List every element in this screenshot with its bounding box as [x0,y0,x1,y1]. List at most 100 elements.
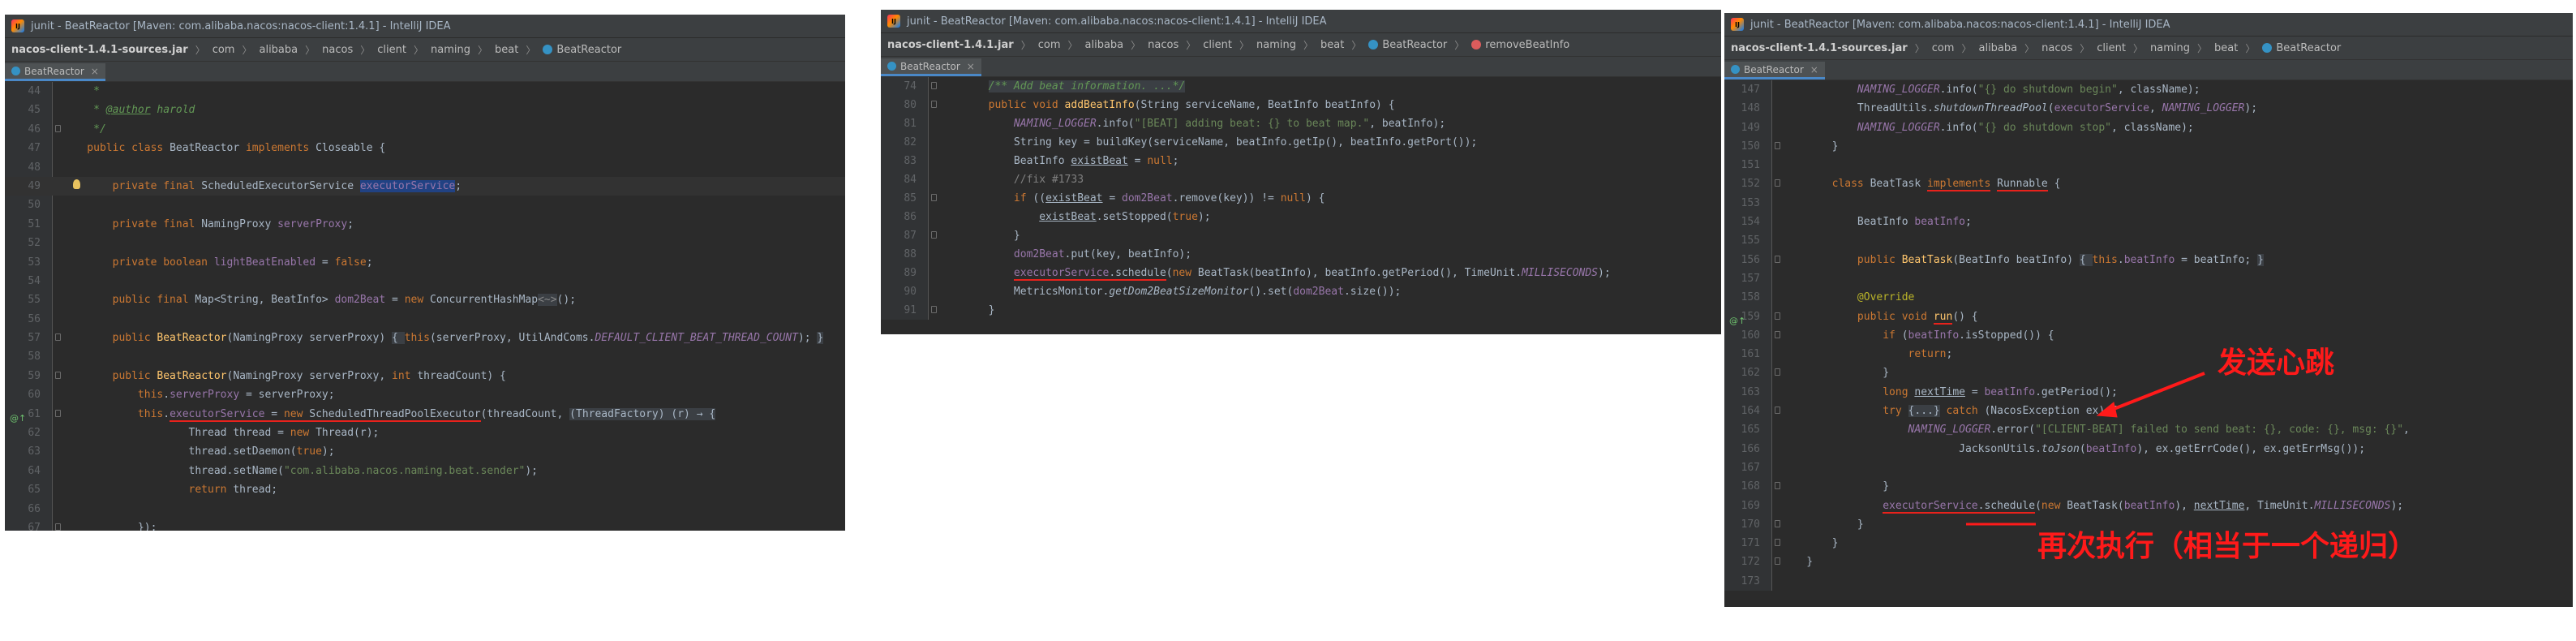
code-line: 157 [1741,272,1760,285]
class-icon [2262,43,2273,53]
code-line: 166 JacksonUtils.toJson(beatInfo), ex.ge… [1741,442,2366,455]
breadcrumb-method[interactable]: removeBeatInfo [1485,39,1569,51]
tab-label: BeatReactor [24,65,84,77]
code-line: 87 } [904,230,1020,242]
breadcrumb-com[interactable]: com [1932,42,1955,54]
intellij-icon: IJ [887,15,900,28]
code-line: 82 String key = buildKey(serviceName, be… [904,136,1478,148]
breadcrumb-nacos[interactable]: nacos [2041,42,2072,54]
tab-label: BeatReactor [900,60,960,72]
window-title: junit - BeatReactor [Maven: com.alibaba.… [1750,18,2170,31]
editor-tabs: BeatReactor × [1724,60,2573,80]
breadcrumb-client[interactable]: client [377,44,406,56]
code-line: 150 } [1741,140,1839,153]
code-line: 55 public final Map<String, BeatInfo> do… [28,294,577,307]
breadcrumb-client[interactable]: client [1203,39,1232,51]
code-line: 56 [28,312,41,325]
breadcrumb-beat[interactable]: beat [1320,39,1344,51]
code-line: 165 NAMING_LOGGER.error("[CLIENT-BEAT] f… [1741,424,2410,437]
breadcrumb-class[interactable]: BeatReactor [556,44,621,56]
code-line: 80 public void addBeatInfo(String servic… [904,99,1395,111]
code-line: 65 return thread; [28,484,278,497]
code-line: 47 public class BeatReactor implements C… [28,142,386,155]
code-line: 54 [28,274,41,287]
code-line: 44 * [28,85,100,97]
code-line: 53 private boolean lightBeatEnabled = fa… [28,256,373,269]
breadcrumb-com[interactable]: com [213,44,235,56]
breadcrumb-class[interactable]: BeatReactor [1382,39,1447,51]
breadcrumb-alibaba[interactable]: alibaba [1085,39,1124,51]
window-title: junit - BeatReactor [Maven: com.alibaba.… [907,15,1327,28]
close-icon[interactable]: × [91,66,99,77]
tab-beatreactor[interactable]: BeatReactor × [5,63,105,81]
editor-tabs: BeatReactor × [881,57,1721,77]
ide-window-3: IJ junit - BeatReactor [Maven: com.aliba… [1724,13,2573,607]
code-line: @↑ 61 this.executorService = new Schedule… [5,405,845,424]
code-line: 46 */ [28,123,106,136]
code-line: 149 NAMING_LOGGER.info("{} do shutdown s… [1741,121,2194,134]
breadcrumb-beat[interactable]: beat [2214,42,2238,54]
breadcrumb-naming[interactable]: naming [431,44,470,56]
code-line: 86 existBeat.setStopped(true); [904,211,1211,223]
title-bar: IJ junit - BeatReactor [Maven: com.aliba… [881,10,1721,33]
breadcrumb: nacos-client-1.4.1-sources.jar 〉 com 〉 ali… [1724,37,2573,60]
close-icon[interactable]: × [1810,64,1818,75]
code-line: 45 * @author harold [28,104,195,117]
breadcrumb-naming[interactable]: naming [2150,42,2190,54]
code-line: 155 [1741,234,1760,247]
code-line: 64 thread.setName("com.alibaba.nacos.nam… [28,464,539,477]
breadcrumb-jar[interactable]: nacos-client-1.4.1-sources.jar [1731,42,1908,54]
code-line: 160 if (beatInfo.isStopped()) { [1741,329,2054,342]
code-line: 50 [28,199,41,212]
code-line: 60 this.serverProxy = serverProxy; [28,389,335,402]
code-editor[interactable]: 147 NAMING_LOGGER.info("{} do shutdown b… [1724,80,2573,592]
code-editor[interactable]: 74 /** Add beat information. ...*/ 80 pu… [881,77,1721,320]
code-line: 84 //fix #1733 [904,174,1084,186]
ide-window-1: IJ junit - BeatReactor [Maven: com.aliba… [5,15,845,531]
breadcrumb-alibaba[interactable]: alibaba [1978,42,2017,54]
intellij-icon: IJ [11,19,24,32]
code-line: 81 NAMING_LOGGER.info("[BEAT] adding bea… [904,118,1446,130]
breadcrumb-naming[interactable]: naming [1256,39,1296,51]
title-bar: IJ junit - BeatReactor [Maven: com.aliba… [5,15,845,38]
code-line: 62 Thread thread = new Thread(r); [28,427,380,440]
breadcrumb-alibaba[interactable]: alibaba [259,44,298,56]
code-line: 156 public BeatTask(BeatInfo beatInfo) {… [1741,253,2264,266]
code-line: 63 thread.setDaemon(true); [28,445,335,458]
code-line: 67 }); [28,521,157,531]
window-title: junit - BeatReactor [Maven: com.alibaba.… [31,19,451,32]
code-editor[interactable]: 44 * 45 * @author harold 46 */ 47 public… [5,82,845,531]
tab-beatreactor[interactable]: BeatReactor × [881,58,981,76]
class-icon [1731,65,1740,74]
close-icon[interactable]: × [967,61,975,72]
lightbulb-icon[interactable] [73,179,80,189]
tab-label: BeatReactor [1744,63,1804,75]
code-line: 154 BeatInfo beatInfo; [1741,216,1972,229]
breadcrumb-client[interactable]: client [2097,42,2126,54]
code-line: 91 } [904,304,995,316]
code-line: 173 [1741,574,1760,587]
code-line: 57 public BeatReactor(NamingProxy server… [28,332,824,345]
code-line: 74 /** Add beat information. ...*/ [904,80,1186,92]
intellij-icon: IJ [1731,18,1744,31]
breadcrumb-class[interactable]: BeatReactor [2276,42,2341,54]
code-line: 153 [1741,196,1760,209]
code-line: 85 if ((existBeat = dom2Beat.remove(key)… [904,192,1325,204]
code-line: 88 dom2Beat.put(key, beatInfo); [904,248,1192,260]
breadcrumb-com[interactable]: com [1038,39,1061,51]
code-line: @↑ 159 public void run() { [1724,308,2573,326]
breadcrumb-jar[interactable]: nacos-client-1.4.1.jar [887,39,1014,51]
code-line: 167 [1741,461,1760,474]
code-line-current: 49 private final ScheduledExecutorServic… [5,176,845,196]
breadcrumb-nacos[interactable]: nacos [322,44,353,56]
method-icon [1471,40,1482,49]
code-line: 162 } [1741,367,1890,380]
tab-beatreactor[interactable]: BeatReactor × [1724,62,1825,80]
breadcrumb-beat[interactable]: beat [495,44,518,56]
code-line: 48 [28,161,41,174]
code-line: 59 public BeatReactor(NamingProxy server… [28,369,506,382]
annotation-send-heartbeat: 发送心跳 [2218,346,2335,380]
breadcrumb-jar[interactable]: nacos-client-1.4.1-sources.jar [11,44,188,56]
breadcrumb-nacos[interactable]: nacos [1148,39,1179,51]
class-icon [1368,40,1379,49]
